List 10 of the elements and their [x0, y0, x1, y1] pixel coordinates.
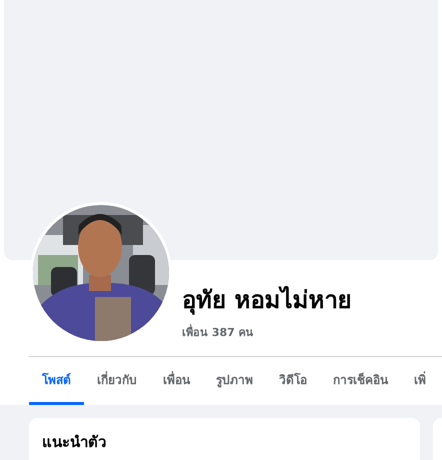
profile-tab[interactable]: รูปภาพ — [203, 357, 266, 405]
friends-count[interactable]: เพื่อน 387 คน — [182, 323, 352, 341]
profile-tab[interactable]: วิดีโอ — [266, 357, 320, 405]
profile-tab[interactable]: เพื่อน — [150, 357, 203, 405]
profile-tab[interactable]: การเช็คอิน — [320, 357, 401, 405]
profile-tab[interactable]: เกี่ยวกับ — [84, 357, 150, 405]
card-title: แนะนำตัว — [42, 432, 106, 453]
profile-tab[interactable]: โพสต์ — [29, 357, 84, 405]
profile-name: อุทัย หอมไม่หาย — [182, 284, 352, 317]
profile-tab[interactable]: เพิ่ — [401, 357, 439, 405]
